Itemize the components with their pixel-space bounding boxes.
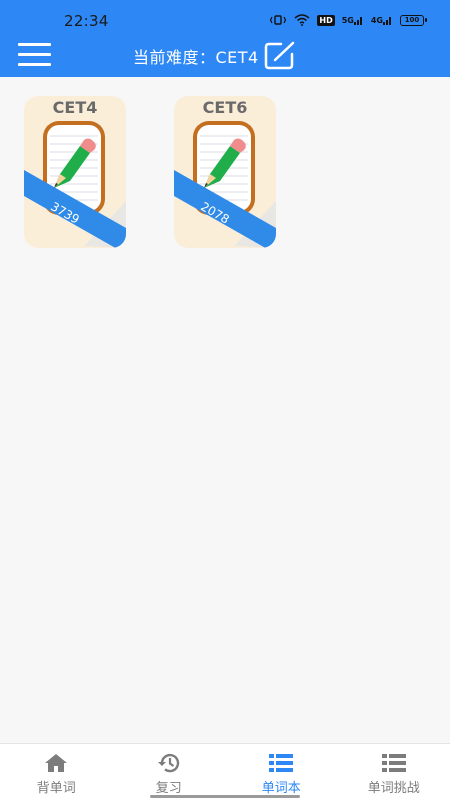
status-icons: HD 5G 4G 100 [269, 14, 427, 26]
book-title: CET6 [202, 98, 248, 117]
difficulty-title: 当前难度：CET4 [133, 41, 297, 71]
nav-tab-memorize[interactable]: 背单词 [0, 744, 113, 800]
signal-5g: 5G [342, 15, 364, 25]
bottom-navigation: 背单词 复习 单词本 单词挑战 [0, 743, 450, 800]
page-title: 当前难度：CET4 [133, 48, 259, 67]
edit-icon[interactable] [263, 41, 297, 71]
status-time: 22:34 [64, 12, 109, 30]
wordbook-grid: CET4 3739 CET6 2078 [0, 77, 450, 743]
nav-tab-challenge[interactable]: 单词挑战 [338, 744, 450, 800]
history-icon [157, 753, 179, 773]
nav-label: 单词本 [261, 781, 301, 796]
book-card-cet4[interactable]: CET4 3739 [24, 96, 126, 248]
list-icon [269, 754, 294, 772]
signal-5g-label: 5G [341, 16, 354, 25]
list-icon [381, 754, 406, 772]
signal-bars-icon [383, 17, 391, 25]
signal-bars-icon [353, 17, 362, 25]
nav-tab-review[interactable]: 复习 [113, 744, 226, 800]
home-indicator[interactable] [150, 795, 300, 798]
signal-4g: 4G [371, 15, 393, 25]
book-card-cet6[interactable]: CET6 2078 [174, 96, 276, 248]
home-icon [45, 754, 68, 772]
nav-label: 复习 [155, 781, 182, 796]
top-app-bar: 22:34 HD 5G 4G 100 当前难度：CET4 [0, 0, 450, 77]
status-bar: 22:34 HD 5G 4G 100 [0, 0, 450, 44]
hd-badge: HD [317, 14, 335, 26]
nav-label: 背单词 [36, 781, 76, 796]
vibrate-icon [270, 15, 287, 25]
nav-tab-wordbook[interactable]: 单词本 [225, 744, 338, 800]
battery-icon: 100 [400, 14, 427, 26]
signal-4g-label: 4G [370, 16, 383, 25]
nav-label: 单词挑战 [367, 781, 420, 796]
hamburger-menu-icon[interactable] [18, 43, 51, 67]
wifi-icon [294, 14, 310, 26]
book-title: CET4 [52, 98, 98, 117]
